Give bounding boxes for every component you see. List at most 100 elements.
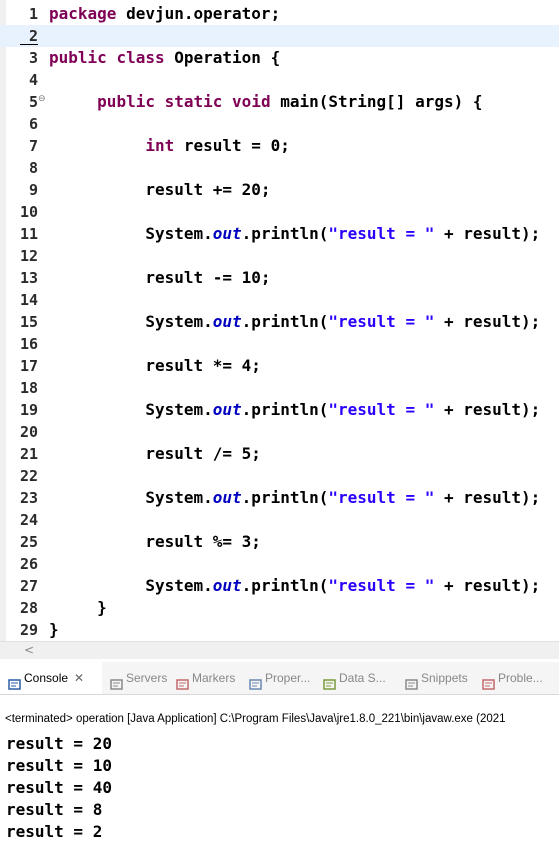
tab-label: Snippets	[421, 671, 468, 685]
code-line[interactable]: 11 System.out.println("result = " + resu…	[0, 223, 559, 245]
line-number: 4	[28, 71, 38, 89]
code-line[interactable]: 8	[0, 157, 559, 179]
line-number: 23	[19, 489, 38, 507]
keyword-token: package	[49, 4, 117, 23]
code-line[interactable]: 9 result += 20;	[0, 179, 559, 201]
line-number: 20	[19, 423, 38, 441]
console-output-line: result = 8	[6, 800, 103, 819]
tab-label: Console	[24, 671, 69, 685]
code-token: + result);	[434, 400, 541, 419]
code-text: int result = 0;	[49, 135, 290, 157]
code-token: + result);	[434, 576, 541, 595]
code-line[interactable]: 25 result %= 3;	[0, 531, 559, 553]
data-source-icon	[323, 671, 336, 691]
code-token: }	[49, 620, 59, 639]
properties-icon	[249, 671, 262, 691]
problems-icon	[482, 671, 495, 691]
code-line[interactable]: 16	[0, 333, 559, 355]
code-line[interactable]: 24	[0, 509, 559, 531]
code-line[interactable]: 18	[0, 377, 559, 399]
code-line[interactable]: 13 result -= 10;	[0, 267, 559, 289]
code-text: result %= 3;	[49, 531, 261, 553]
line-number: 12	[19, 247, 38, 265]
code-text: }	[49, 597, 107, 619]
code-text: public class Operation {	[49, 47, 280, 69]
line-number: 3	[28, 49, 38, 67]
line-number: 5	[28, 93, 38, 111]
scroll-left-icon[interactable]: <	[24, 642, 34, 659]
line-number: 22	[19, 467, 38, 485]
code-text: System.out.println("result = " + result)…	[49, 487, 540, 509]
view-tab-bar: Console ✕ Servers Markers Proper... Data S...…	[0, 662, 559, 695]
snippets-icon	[405, 671, 418, 691]
fold-collapse-icon[interactable]: ⊖	[38, 94, 46, 104]
code-token: + result);	[434, 224, 541, 243]
string-token: "result = "	[328, 488, 435, 507]
code-line[interactable]: 20	[0, 421, 559, 443]
field-token: out	[212, 224, 242, 243]
keyword-token: public	[97, 92, 155, 111]
code-line[interactable]: 21 result /= 5;	[0, 443, 559, 465]
keyword-token: public	[49, 48, 107, 67]
tab-markers[interactable]: Markers	[168, 662, 244, 694]
console-output: result = 20 result = 10 result = 40 result …	[6, 733, 112, 843]
string-token: "result = "	[328, 224, 435, 243]
code-line[interactable]: 17 result *= 4;	[0, 355, 559, 377]
line-number: 8	[28, 159, 38, 177]
tab-properties[interactable]: Proper...	[241, 662, 319, 694]
console-output-line: result = 2	[6, 822, 103, 841]
code-line[interactable]: 1 package devjun.operator;	[0, 3, 559, 25]
code-token: result /= 5;	[49, 444, 261, 463]
code-token: + result);	[434, 312, 541, 331]
code-line[interactable]: 3 public class Operation {	[0, 47, 559, 69]
code-line[interactable]: 7 int result = 0;	[0, 135, 559, 157]
code-line[interactable]: 23 System.out.println("result = " + resu…	[0, 487, 559, 509]
tab-data-source[interactable]: Data S...	[315, 662, 401, 694]
code-token: main(String[] args) {	[270, 92, 483, 111]
code-token: result -= 10;	[49, 268, 271, 287]
code-line[interactable]: 28 }	[0, 597, 559, 619]
code-line[interactable]: 15 System.out.println("result = " + resu…	[0, 311, 559, 333]
tab-servers[interactable]: Servers	[102, 662, 172, 694]
line-number: 25	[19, 533, 38, 551]
code-token: .println(	[241, 576, 329, 595]
code-line[interactable]: 2	[0, 25, 559, 47]
code-line[interactable]: 22	[0, 465, 559, 487]
field-token: out	[212, 312, 242, 331]
line-number: 7	[28, 137, 38, 155]
code-text: result += 20;	[49, 179, 270, 201]
line-number: 28	[19, 599, 38, 617]
code-line[interactable]: 12	[0, 245, 559, 267]
markers-icon	[176, 671, 189, 691]
code-text: }	[49, 619, 59, 641]
code-editor[interactable]: 1 package devjun.operator; 2 3 public class …	[0, 0, 559, 641]
tab-console[interactable]: Console ✕	[0, 662, 102, 694]
line-number: 10	[19, 203, 38, 221]
code-line[interactable]: 26	[0, 553, 559, 575]
string-token: "result = "	[328, 576, 435, 595]
code-line[interactable]: 27 System.out.println("result = " + resu…	[0, 575, 559, 597]
code-line[interactable]: 29}	[0, 619, 559, 641]
keyword-token: void	[232, 92, 271, 111]
code-token: .println(	[241, 312, 329, 331]
code-text: System.out.println("result = " + result)…	[49, 311, 540, 333]
close-icon[interactable]: ✕	[74, 671, 84, 685]
code-line[interactable]: 10	[0, 201, 559, 223]
code-line[interactable]: 6	[0, 113, 559, 135]
code-line[interactable]: 19 System.out.println("result = " + resu…	[0, 399, 559, 421]
code-line[interactable]: 5 ⊖ public static void main(String[] args…	[0, 91, 559, 113]
string-token: "result = "	[328, 400, 435, 419]
servers-icon	[110, 671, 123, 691]
tab-problems[interactable]: Proble...	[474, 662, 544, 694]
line-number: 6	[28, 115, 38, 133]
code-line[interactable]: 14	[0, 289, 559, 311]
line-number: 13	[19, 269, 38, 287]
horizontal-scrollbar[interactable]: <	[0, 641, 559, 659]
console-output-line: result = 40	[6, 778, 112, 797]
line-number: 26	[19, 555, 38, 573]
code-line[interactable]: 4	[0, 69, 559, 91]
tab-snippets[interactable]: Snippets	[397, 662, 477, 694]
